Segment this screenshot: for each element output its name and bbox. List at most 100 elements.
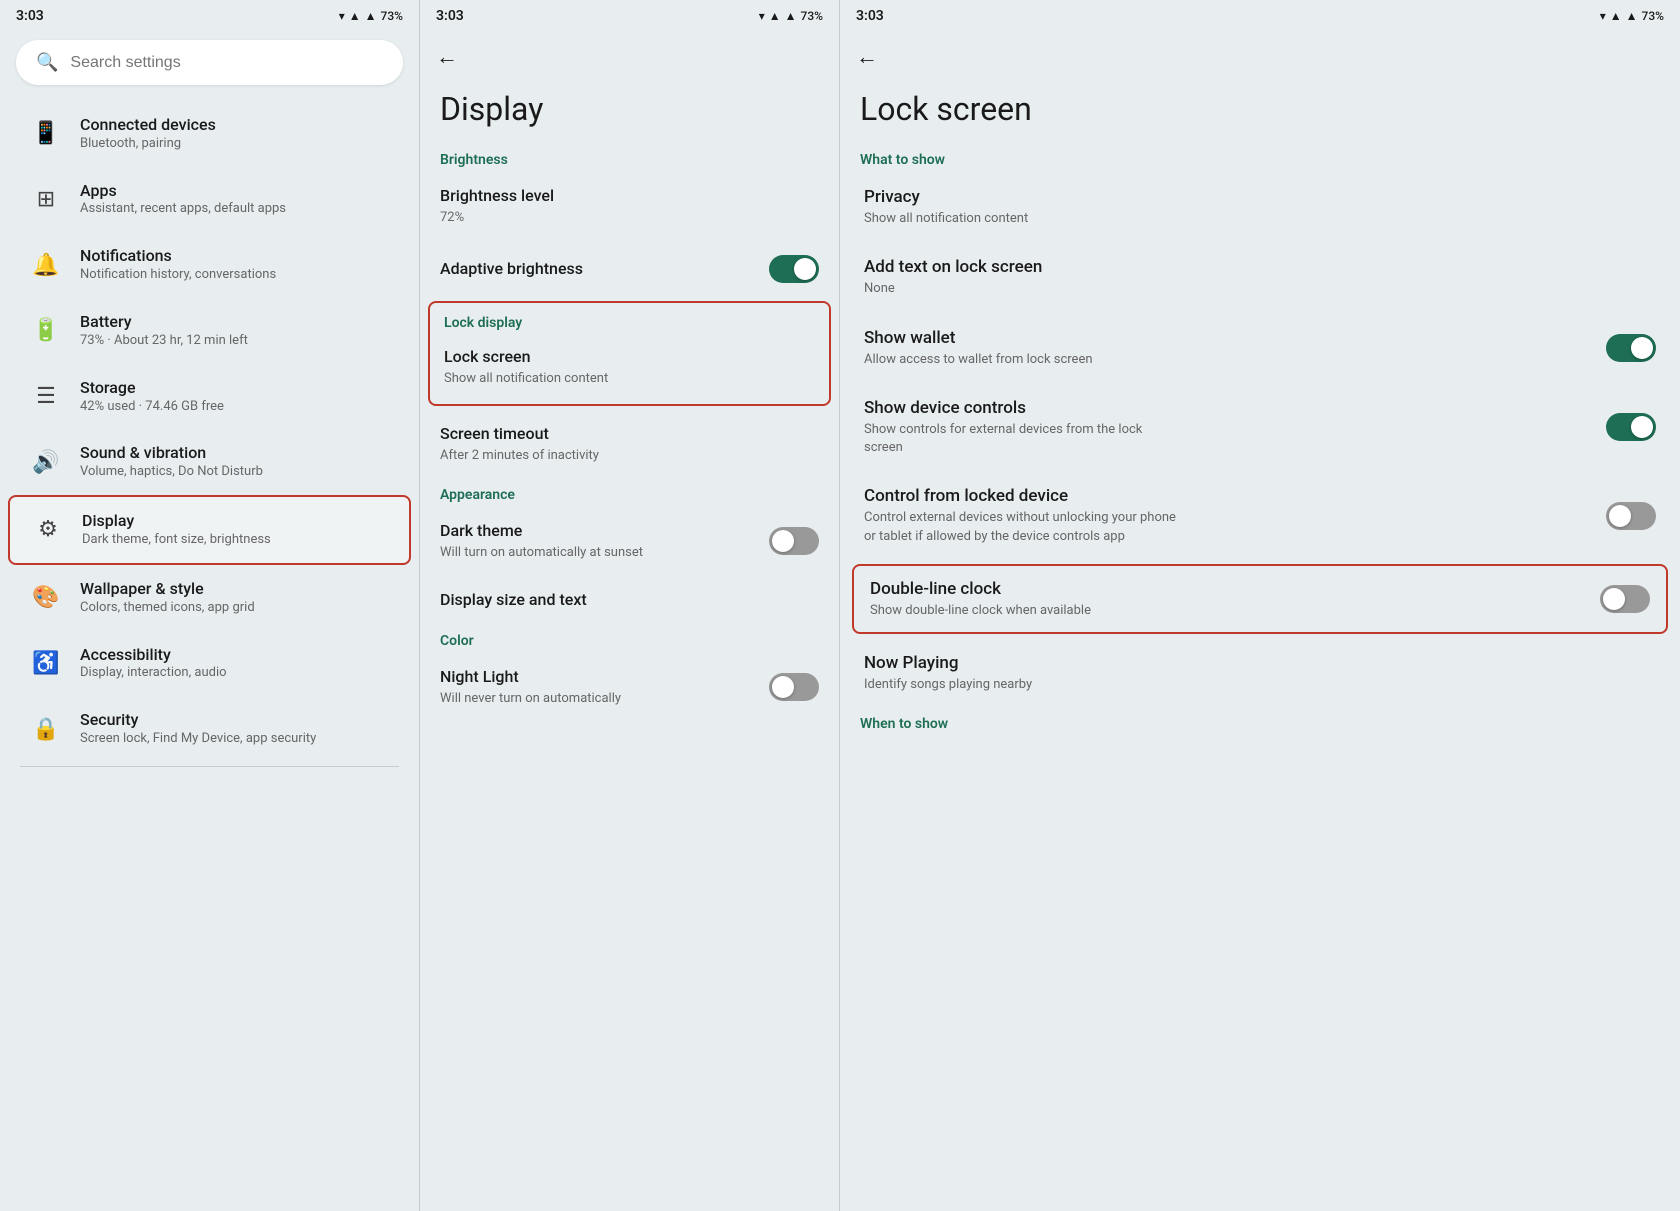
screen-timeout-title: Screen timeout	[440, 424, 819, 445]
control-from-locked-item[interactable]: Control from locked device Control exter…	[840, 471, 1680, 559]
control-from-locked-toggle[interactable]	[1606, 502, 1656, 530]
privacy-subtitle: Show all notification content	[864, 210, 1184, 228]
display-status-bar: 3:03 ▾ ▲ ▲ 73%	[420, 0, 839, 32]
display-list: Brightness Brightness level 72% Adaptive…	[420, 144, 839, 1211]
dark-theme-toggle[interactable]	[769, 527, 819, 555]
dark-theme-toggle-thumb	[772, 530, 794, 552]
status-time: 3:03	[16, 8, 44, 24]
connected-devices-icon: 📱	[28, 116, 64, 152]
show-wallet-toggle[interactable]	[1606, 334, 1656, 362]
display-title: Display	[82, 511, 271, 532]
search-bar[interactable]: 🔍	[16, 40, 403, 85]
brightness-level-item[interactable]: Brightness level 72%	[420, 172, 839, 241]
settings-item-apps[interactable]: ⊞ Apps Assistant, recent apps, default a…	[8, 167, 411, 233]
bottom-divider	[20, 766, 399, 767]
dark-theme-item[interactable]: Dark theme Will turn on automatically at…	[420, 507, 839, 576]
display-battery-icon: ▲	[785, 9, 797, 23]
dark-theme-title: Dark theme	[440, 521, 643, 542]
settings-item-sound[interactable]: 🔊 Sound & vibration Volume, haptics, Do …	[8, 429, 411, 495]
settings-item-notifications[interactable]: 🔔 Notifications Notification history, co…	[8, 232, 411, 298]
double-line-clock-subtitle: Show double-line clock when available	[870, 602, 1091, 620]
adaptive-brightness-title: Adaptive brightness	[440, 259, 583, 280]
sound-title: Sound & vibration	[80, 443, 263, 464]
connected-devices-title: Connected devices	[80, 115, 216, 136]
display-status-icons: ▾ ▲ ▲ 73%	[759, 9, 823, 23]
battery-title: Battery	[80, 312, 248, 333]
connected-devices-subtitle: Bluetooth, pairing	[80, 136, 216, 153]
adaptive-brightness-item[interactable]: Adaptive brightness	[420, 241, 839, 297]
display-battery-percent: 73%	[801, 9, 823, 23]
lock-screen-title: Lock screen	[840, 82, 1680, 144]
control-from-locked-toggle-thumb	[1609, 505, 1631, 527]
brightness-section-label: Brightness	[420, 144, 839, 172]
accessibility-subtitle: Display, interaction, audio	[80, 665, 227, 682]
display-subtitle: Dark theme, font size, brightness	[82, 532, 271, 549]
now-playing-item[interactable]: Now Playing Identify songs playing nearb…	[840, 638, 1680, 708]
display-title: Display	[420, 82, 839, 144]
when-to-show-label: When to show	[840, 708, 1680, 736]
lock-status-icons: ▾ ▲ ▲ 73%	[1600, 9, 1664, 23]
show-wallet-subtitle: Allow access to wallet from lock screen	[864, 351, 1093, 369]
lock-screen-list: What to show Privacy Show all notificati…	[840, 144, 1680, 1211]
brightness-level-value: 72%	[440, 209, 819, 227]
screen-timeout-item[interactable]: Screen timeout After 2 minutes of inacti…	[420, 410, 839, 479]
settings-item-security[interactable]: 🔒 Security Screen lock, Find My Device, …	[8, 696, 411, 762]
lock-screen-back-button[interactable]: ←	[856, 44, 878, 70]
show-device-controls-toggle-thumb	[1631, 416, 1653, 438]
settings-item-battery[interactable]: 🔋 Battery 73% · About 23 hr, 12 min left	[8, 298, 411, 364]
double-line-clock-toggle-thumb	[1603, 588, 1625, 610]
sound-icon: 🔊	[28, 444, 64, 480]
battery-icon: ▲	[365, 9, 377, 23]
display-wifi-icon: ▾	[759, 9, 765, 23]
display-icon: ⚙	[30, 512, 66, 548]
storage-subtitle: 42% used · 74.46 GB free	[80, 399, 224, 416]
search-input[interactable]	[70, 54, 383, 72]
storage-title: Storage	[80, 378, 224, 399]
lock-screen-title: Lock screen	[444, 347, 815, 368]
double-line-clock-toggle[interactable]	[1600, 585, 1650, 613]
storage-icon: ☰	[28, 379, 64, 415]
signal-icon: ▲	[349, 9, 361, 23]
display-size-text-item[interactable]: Display size and text	[420, 576, 839, 625]
show-device-controls-toggle[interactable]	[1606, 413, 1656, 441]
display-back-button[interactable]: ←	[436, 44, 458, 70]
lock-status-time: 3:03	[856, 8, 884, 24]
appearance-section-label: Appearance	[420, 479, 839, 507]
show-device-controls-item[interactable]: Show device controls Show controls for e…	[840, 383, 1680, 471]
settings-item-wallpaper[interactable]: 🎨 Wallpaper & style Colors, themed icons…	[8, 565, 411, 631]
battery-percent: 73%	[381, 9, 403, 23]
double-line-clock-item[interactable]: Double-line clock Show double-line clock…	[852, 564, 1668, 634]
display-signal-icon: ▲	[769, 9, 781, 23]
settings-item-storage[interactable]: ☰ Storage 42% used · 74.46 GB free	[8, 364, 411, 430]
search-icon: 🔍	[36, 52, 58, 73]
privacy-item[interactable]: Privacy Show all notification content	[840, 172, 1680, 242]
night-light-toggle[interactable]	[769, 673, 819, 701]
settings-item-accessibility[interactable]: ♿ Accessibility Display, interaction, au…	[8, 631, 411, 697]
night-light-subtitle: Will never turn on automatically	[440, 690, 621, 708]
lock-display-section: Lock display Lock screen Show all notifi…	[428, 301, 831, 406]
add-text-item[interactable]: Add text on lock screen None	[840, 242, 1680, 312]
brightness-level-title: Brightness level	[440, 186, 819, 207]
night-light-title: Night Light	[440, 667, 621, 688]
notifications-subtitle: Notification history, conversations	[80, 267, 276, 284]
show-wallet-toggle-thumb	[1631, 337, 1653, 359]
show-device-controls-subtitle: Show controls for external devices from …	[864, 421, 1184, 457]
control-from-locked-title: Control from locked device	[864, 485, 1184, 507]
apps-title: Apps	[80, 181, 286, 202]
battery-item-icon: 🔋	[28, 313, 64, 349]
settings-item-display[interactable]: ⚙ Display Dark theme, font size, brightn…	[8, 495, 411, 565]
security-title: Security	[80, 710, 316, 731]
sound-subtitle: Volume, haptics, Do Not Disturb	[80, 464, 263, 481]
color-section-label: Color	[420, 625, 839, 653]
adaptive-brightness-toggle[interactable]	[769, 255, 819, 283]
lock-screen-item[interactable]: Lock screen Show all notification conten…	[430, 335, 829, 400]
night-light-item[interactable]: Night Light Will never turn on automatic…	[420, 653, 839, 722]
status-bar: 3:03 ▾ ▲ ▲ 73%	[0, 0, 419, 32]
lock-wifi-icon: ▾	[1600, 9, 1606, 23]
add-text-title: Add text on lock screen	[864, 256, 1656, 278]
settings-item-connected-devices[interactable]: 📱 Connected devices Bluetooth, pairing	[8, 101, 411, 167]
now-playing-subtitle: Identify songs playing nearby	[864, 676, 1184, 694]
adaptive-brightness-toggle-thumb	[794, 258, 816, 280]
show-wallet-title: Show wallet	[864, 327, 1093, 349]
show-wallet-item[interactable]: Show wallet Allow access to wallet from …	[840, 313, 1680, 383]
